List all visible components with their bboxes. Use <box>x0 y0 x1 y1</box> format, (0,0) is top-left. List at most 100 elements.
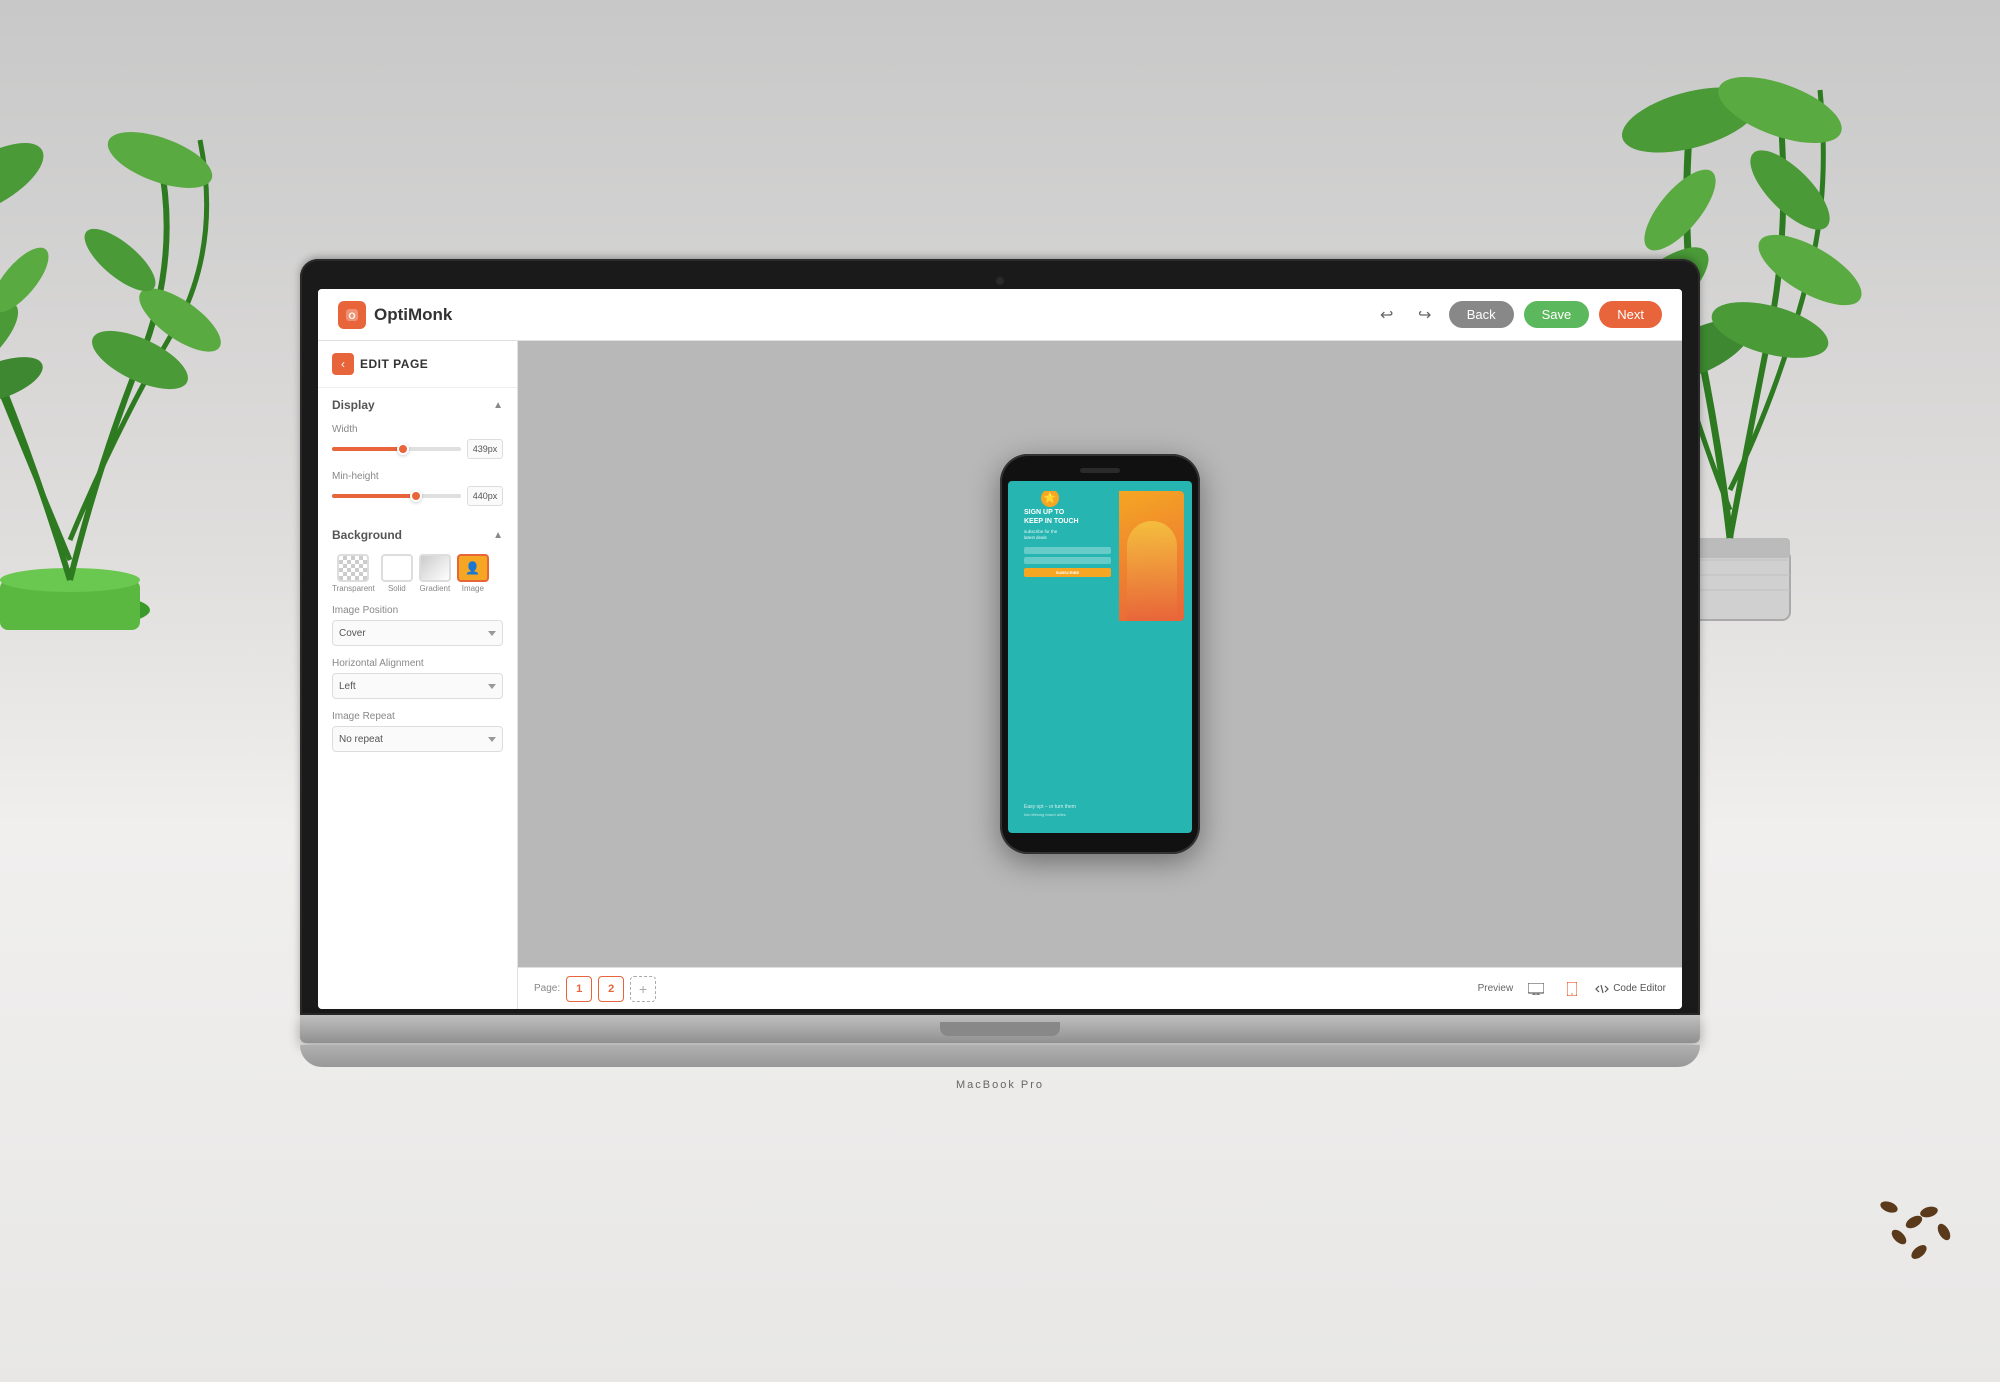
image-position-control: Image Position Cover Contain Auto <box>318 599 517 652</box>
width-slider-thumb[interactable] <box>397 443 409 455</box>
gradient-box <box>419 554 451 582</box>
solid-label: Solid <box>388 584 406 593</box>
laptop-bottom <box>300 1015 1700 1043</box>
popup-form: SUBSCRIBE <box>1024 547 1111 577</box>
popup-headline: SIGN UP TOKEEP IN TOUCH <box>1024 509 1111 526</box>
add-page-button[interactable]: + <box>630 976 656 1002</box>
laptop-base: MacBook Pro <box>300 1045 1700 1067</box>
logo-text: OptiMonk <box>374 305 452 325</box>
solid-box <box>381 554 413 582</box>
min-height-slider-container: 440px <box>332 486 503 506</box>
bg-solid-option[interactable]: Solid <box>381 554 413 593</box>
camera-notch <box>996 277 1004 285</box>
bg-gradient-option[interactable]: Gradient <box>419 554 451 593</box>
image-repeat-label: Image Repeat <box>332 711 503 722</box>
page-nav: Page: 1 2 + <box>534 976 656 1002</box>
macbook: O OptiMonk ↩ ↪ Back Save Next <box>300 259 1700 1067</box>
code-editor-label: Code Editor <box>1613 983 1666 994</box>
second-content-text: Easy opt – or turn them <box>1024 804 1176 810</box>
desktop-view-button[interactable] <box>1523 976 1549 1002</box>
app-ui: O OptiMonk ↩ ↪ Back Save Next <box>318 289 1682 1009</box>
popup-container: ⭐ SIGN UP TOKEEP IN TOUCH subscribe for … <box>1016 491 1184 621</box>
next-button[interactable]: Next <box>1599 301 1662 328</box>
subscribe-button-text: SUBSCRIBE <box>1056 570 1080 575</box>
redo-button[interactable]: ↪ <box>1411 301 1439 329</box>
image-position-label: Image Position <box>332 605 503 616</box>
phone-screen: ⭐ SIGN UP TOKEEP IN TOUCH subscribe for … <box>1008 481 1192 833</box>
min-height-slider-fill <box>332 494 416 498</box>
transparent-label: Transparent <box>332 584 375 593</box>
main-area: ‹ EDIT PAGE Display ▲ Width <box>318 341 1682 1009</box>
page-label: Page: <box>534 983 560 994</box>
email-field <box>1024 557 1111 564</box>
canvas-workspace: ⭐ SIGN UP TOKEEP IN TOUCH subscribe for … <box>518 341 1682 967</box>
width-slider-container: 439px <box>332 439 503 459</box>
code-editor-button[interactable]: Code Editor <box>1595 983 1666 994</box>
screen-content: O OptiMonk ↩ ↪ Back Save Next <box>318 289 1682 1009</box>
width-slider-fill <box>332 447 403 451</box>
width-label: Width <box>332 424 503 435</box>
popup-content: ⭐ SIGN UP TOKEEP IN TOUCH subscribe for … <box>1016 491 1184 621</box>
phone-mockup: ⭐ SIGN UP TOKEEP IN TOUCH subscribe for … <box>1000 454 1200 854</box>
back-button[interactable]: Back <box>1449 301 1514 328</box>
bg-image-option[interactable]: 👤 Image <box>457 554 489 593</box>
gradient-label: Gradient <box>420 584 451 593</box>
page-2-button[interactable]: 2 <box>598 976 624 1002</box>
popup-text-side: ⭐ SIGN UP TOKEEP IN TOUCH subscribe for … <box>1016 491 1119 621</box>
display-section-label: Display <box>332 398 375 412</box>
background-chevron-icon: ▲ <box>493 530 503 541</box>
screen-bezel: O OptiMonk ↩ ↪ Back Save Next <box>300 259 1700 1015</box>
transparent-box <box>337 554 369 582</box>
min-height-control: Min-height 440px <box>318 465 517 512</box>
sidebar: ‹ EDIT PAGE Display ▲ Width <box>318 341 518 1009</box>
undo-button[interactable]: ↩ <box>1373 301 1401 329</box>
star-badge: ⭐ <box>1041 491 1059 507</box>
page-1-button[interactable]: 1 <box>566 976 592 1002</box>
horizontal-alignment-select[interactable]: Left Center Right <box>332 673 503 699</box>
display-chevron-icon: ▲ <box>493 400 503 411</box>
background-options: Transparent Solid Gradient <box>318 548 517 599</box>
image-repeat-control: Image Repeat No repeat Repeat Repeat X R… <box>318 705 517 758</box>
image-label: Image <box>462 584 484 593</box>
second-content-subtext: into lifelong brand allies <box>1024 812 1176 817</box>
image-repeat-select[interactable]: No repeat Repeat Repeat X Repeat Y <box>332 726 503 752</box>
figure-silhouette <box>1127 521 1177 621</box>
popup-subtext: subscribe for thelatest deals <box>1024 529 1111 541</box>
svg-text:O: O <box>348 311 355 321</box>
sidebar-back-button[interactable]: ‹ <box>332 353 354 375</box>
min-height-input[interactable]: 440px <box>467 486 503 506</box>
second-content: Easy opt – or turn them into lifelong br… <box>1016 798 1184 823</box>
horizontal-alignment-label: Horizontal Alignment <box>332 658 503 669</box>
display-section-header[interactable]: Display ▲ <box>318 388 517 418</box>
mobile-view-button[interactable] <box>1559 976 1585 1002</box>
horizontal-alignment-control: Horizontal Alignment Left Center Right <box>318 652 517 705</box>
sidebar-title: EDIT PAGE <box>360 357 428 371</box>
width-control: Width 439px <box>318 418 517 465</box>
sidebar-header: ‹ EDIT PAGE <box>318 341 517 388</box>
logo-icon: O <box>338 301 366 329</box>
bottom-bar: Page: 1 2 + Preview <box>518 967 1682 1009</box>
canvas-area: ⭐ SIGN UP TOKEEP IN TOUCH subscribe for … <box>518 341 1682 1009</box>
laptop-notch <box>940 1022 1060 1036</box>
save-button[interactable]: Save <box>1524 301 1590 328</box>
image-box: 👤 <box>457 554 489 582</box>
min-height-label: Min-height <box>332 471 503 482</box>
min-height-slider-track[interactable] <box>332 494 461 498</box>
background-section-header[interactable]: Background ▲ <box>318 518 517 548</box>
phone-speaker <box>1080 468 1120 473</box>
popup-image-side <box>1119 491 1184 621</box>
width-input[interactable]: 439px <box>467 439 503 459</box>
macbook-brand: MacBook Pro <box>956 1079 1044 1091</box>
logo-area: O OptiMonk <box>338 301 452 329</box>
top-bar: O OptiMonk ↩ ↪ Back Save Next <box>318 289 1682 341</box>
firstname-field <box>1024 547 1111 554</box>
subscribe-button: SUBSCRIBE <box>1024 568 1111 577</box>
background-section-label: Background <box>332 528 402 542</box>
width-slider-track[interactable] <box>332 447 461 451</box>
min-height-slider-thumb[interactable] <box>410 490 422 502</box>
top-bar-actions: ↩ ↪ Back Save Next <box>1373 301 1662 329</box>
preview-label: Preview <box>1478 983 1514 994</box>
view-controls: Preview Code Editor <box>1478 976 1666 1002</box>
image-position-select[interactable]: Cover Contain Auto <box>332 620 503 646</box>
bg-transparent-option[interactable]: Transparent <box>332 554 375 593</box>
